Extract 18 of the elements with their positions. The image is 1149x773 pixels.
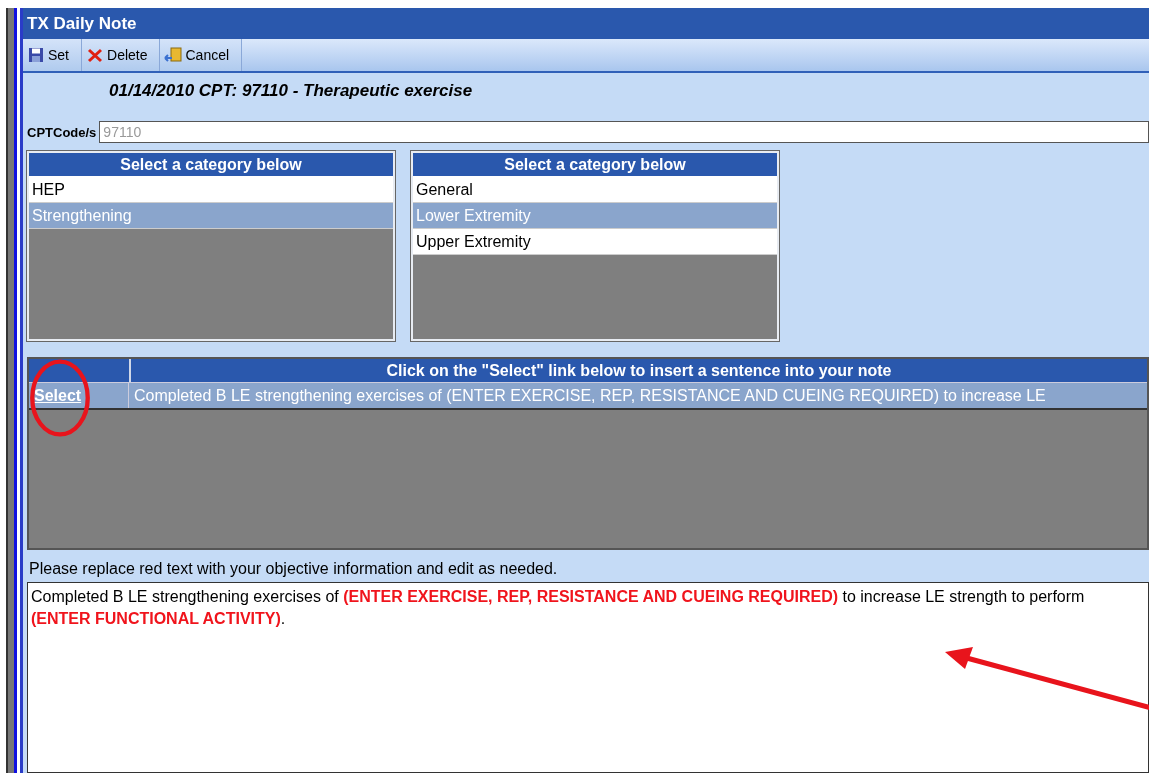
note-heading: 01/14/2010 CPT: 97110 - Therapeutic exercise (108, 80, 474, 102)
cpt-code-label: CPTCode/s (27, 124, 97, 140)
category-item[interactable]: General (413, 177, 777, 203)
list-header: Select a category below (413, 153, 777, 177)
column-header: Click on the "Select" link below to insert a sentence into your note (385, 361, 893, 381)
cancel-button[interactable]: Cancel (160, 39, 243, 71)
delete-x-icon (86, 47, 104, 63)
list-header: Select a category below (29, 153, 393, 177)
set-button[interactable]: Set (23, 39, 82, 71)
window-title: TX Daily Note (27, 13, 137, 34)
note-text: Completed B LE strengthening exercises of (ENTER EXERCISE, REP, RESISTANCE AND CUEING REQUIRED) to increase LE strength to perform (ENTER FUNCTIONAL ACTIVITY). (31, 588, 1085, 627)
sentence-cell-text: Completed B LE strengthening exercises of (ENTER EXERCISE, REP, RESISTANCE AND CUEING REQUIRED) to increase LE (133, 386, 1047, 406)
note-text-area[interactable]: Completed B LE strengthening exercises of (ENTER EXERCISE, REP, RESISTANCE AND CUEING REQUIRED) to increase LE strength to perform (ENTER FUNCTIONAL ACTIVITY). (27, 582, 1149, 773)
category-item[interactable]: HEP (29, 177, 393, 203)
category-item[interactable]: Upper Extremity (413, 229, 777, 255)
delete-button[interactable]: Delete (82, 39, 161, 71)
instruction-text: Please replace red text with your objective information and edit as needed. (28, 559, 559, 579)
exit-door-icon (164, 47, 183, 63)
